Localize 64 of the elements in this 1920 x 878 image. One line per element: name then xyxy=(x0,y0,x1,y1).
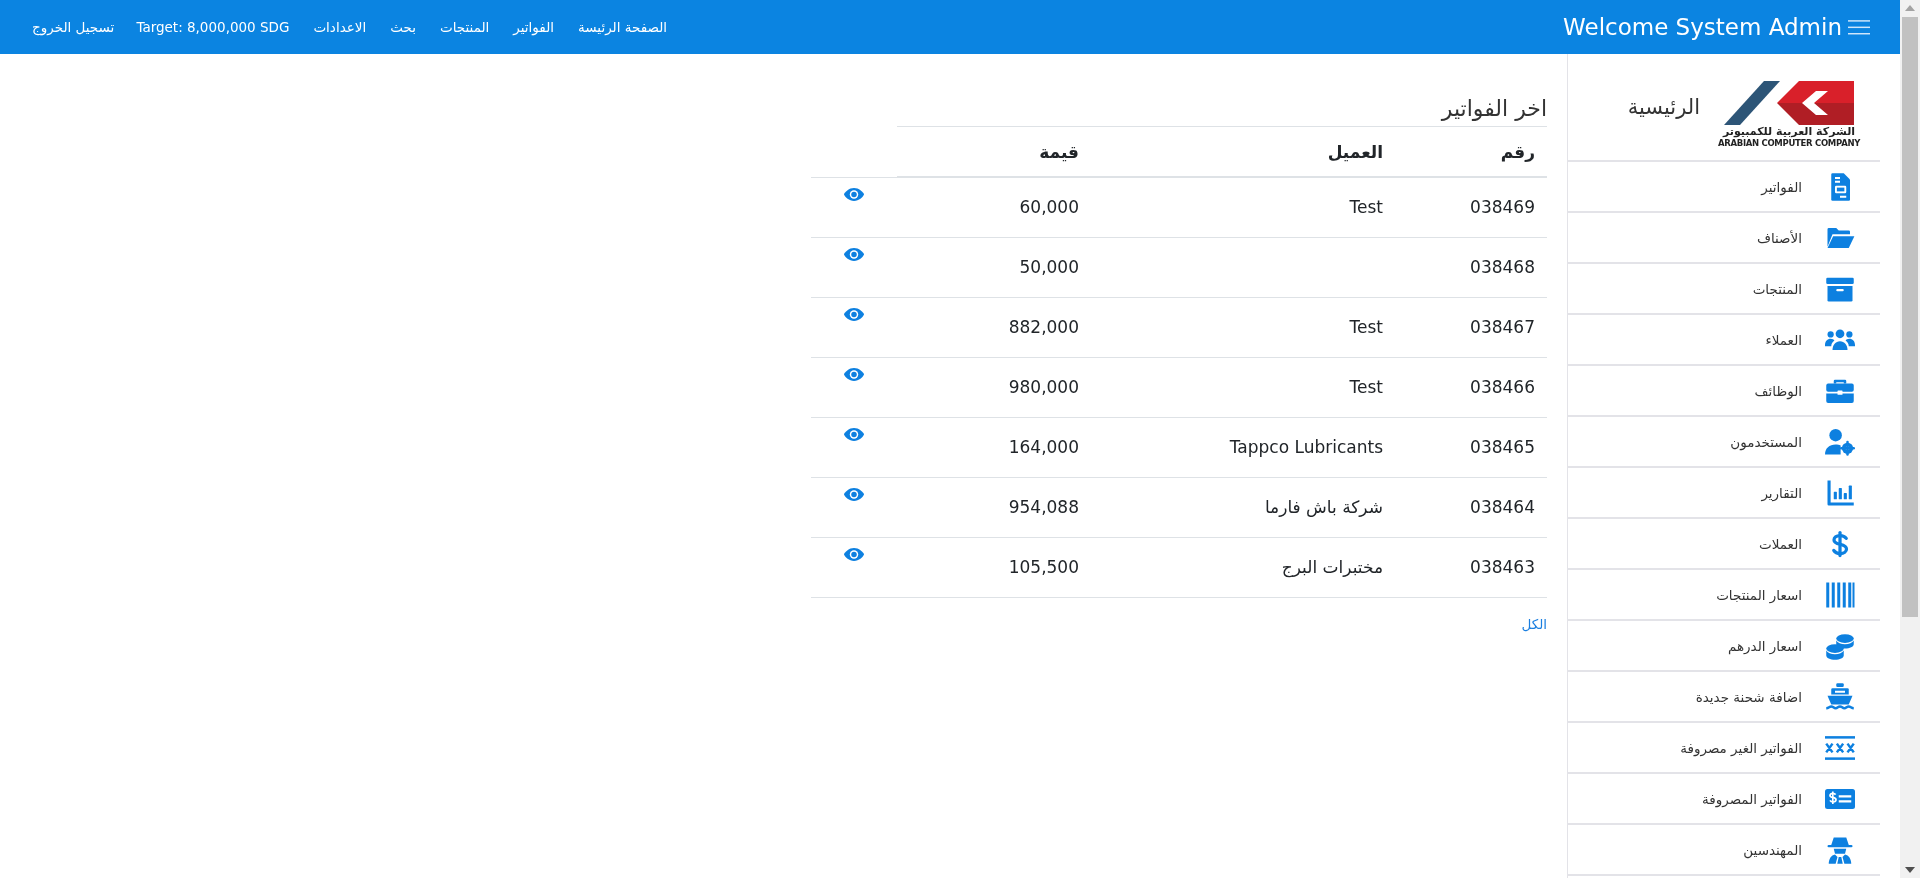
sidebar-item[interactable]: المستخدمون xyxy=(1568,417,1880,468)
sidebar-item[interactable]: اضافة شحنة جديدة xyxy=(1568,672,1880,723)
sidebar-item[interactable]: المنتجات xyxy=(1568,264,1880,315)
scrollbar-thumb[interactable] xyxy=(1902,17,1918,617)
invoice-number: 038464 xyxy=(1470,497,1535,517)
sidebar-item[interactable]: العملاء xyxy=(1568,315,1880,366)
sidebar-item[interactable]: الوظائف xyxy=(1568,366,1880,417)
column-header: العميل xyxy=(1091,126,1395,177)
logo-arabic-text: الشركة العربية للكمبيوتر xyxy=(1722,125,1856,138)
nav-link[interactable]: الفواتير xyxy=(501,19,567,35)
invoice-amount: 980,000 xyxy=(1008,377,1079,397)
invoice-number: 038465 xyxy=(1470,437,1535,457)
view-eye-icon[interactable] xyxy=(843,186,865,202)
customer-name: Test xyxy=(1349,377,1383,397)
customer-name: Tappco Lubricants xyxy=(1229,437,1383,457)
nav-link[interactable]: Target: 8,000,000 SDG xyxy=(124,19,302,35)
invoice-number: 038467 xyxy=(1470,317,1535,337)
invoice-amount: 60,000 xyxy=(1019,197,1079,218)
sidebar-item[interactable]: الأصناف xyxy=(1568,213,1880,264)
nav-link[interactable]: بحث xyxy=(378,19,428,35)
menu-icon[interactable] xyxy=(1848,18,1870,36)
invoice-amount: 954,088 xyxy=(1008,497,1079,517)
view-eye-icon[interactable] xyxy=(843,486,865,502)
sidebar-item[interactable]: الفواتير xyxy=(1568,162,1880,213)
logo-english-text: ARABIAN COMPUTER COMPANY xyxy=(1717,137,1861,148)
welcome-title: Welcome System Admin xyxy=(1563,14,1842,40)
customer-name: Test xyxy=(1349,317,1383,337)
sidebar-item[interactable]: التقارير xyxy=(1568,468,1880,519)
view-eye-icon[interactable] xyxy=(843,426,865,442)
scroll-up-icon[interactable] xyxy=(1905,5,1915,11)
invoice-amount: 50,000 xyxy=(1019,257,1079,277)
scroll-down-icon[interactable] xyxy=(1905,867,1915,873)
sidebar-item[interactable]: الفواتير المصروفة xyxy=(1568,774,1880,825)
customer-name: Test xyxy=(1349,197,1383,218)
ship-icon xyxy=(1825,681,1855,712)
view-eye-icon[interactable] xyxy=(843,546,865,562)
sidebar-item[interactable]: العملات xyxy=(1568,519,1880,570)
view-eye-icon[interactable] xyxy=(843,306,865,322)
user-gear-icon xyxy=(1825,426,1855,457)
invoice-number: 038463 xyxy=(1470,557,1535,577)
column-header: قيمة xyxy=(897,126,1091,177)
view-all-link[interactable]: الكل xyxy=(1521,615,1547,632)
scrollbar-track[interactable] xyxy=(1900,0,1920,878)
sidebar-item[interactable]: المهندسين xyxy=(1568,825,1880,876)
sidebar-item[interactable]: الفواتير الغير مصروفة xyxy=(1568,723,1880,774)
invoice-amount: 105,500 xyxy=(1008,557,1079,577)
nav-link[interactable]: المنتجات xyxy=(427,19,502,35)
home-title: الرئيسية xyxy=(1627,95,1700,119)
sidebar-item[interactable]: اسعار الدرهم xyxy=(1568,621,1880,672)
nav-link[interactable]: الصفحة الرئيسة xyxy=(566,19,680,35)
customer-name: شركة باش فارما xyxy=(1264,497,1383,517)
sidebar-item[interactable]: اسعار المنتجات xyxy=(1568,570,1880,621)
nav-link[interactable]: الاعدادات xyxy=(301,19,379,35)
invoice-number: 038468 xyxy=(1470,257,1535,277)
customer-name: مختبرات البرج xyxy=(1281,557,1383,577)
invoice-amount: 882,000 xyxy=(1008,317,1079,337)
invoice-amount: 164,000 xyxy=(1008,437,1079,457)
invoice-number: 038466 xyxy=(1470,377,1535,397)
section-title: اخر الفواتير xyxy=(1439,96,1547,121)
nav-link[interactable]: تسجيل الخروج xyxy=(20,19,125,35)
view-eye-icon[interactable] xyxy=(843,246,865,262)
view-eye-icon[interactable] xyxy=(843,366,865,382)
invoice-number: 038469 xyxy=(1470,197,1535,218)
column-header: رقم xyxy=(1395,126,1547,177)
